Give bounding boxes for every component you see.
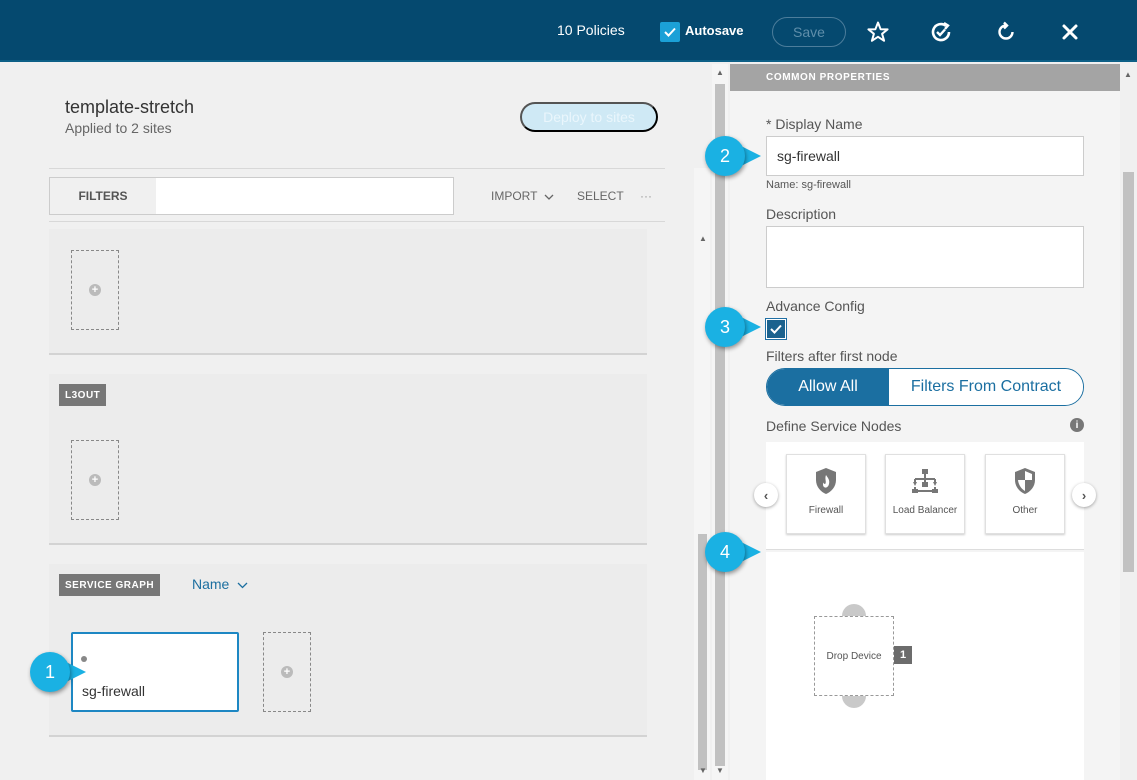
callout-number: 1 <box>30 652 70 692</box>
service-graph-card: SERVICE GRAPH Name sg-firewall + <box>49 564 647 737</box>
service-graph-sg-firewall[interactable]: sg-firewall <box>71 632 239 712</box>
callout-number: 3 <box>705 307 745 347</box>
filters-after-first-node-label: Filters after first node <box>766 348 898 364</box>
info-icon[interactable]: i <box>1070 418 1084 432</box>
service-graph-canvas[interactable]: Drop Device 1 <box>766 552 1084 780</box>
left-scrollbar[interactable]: ▲ ▼ <box>694 168 710 780</box>
display-name-field[interactable]: sg-firewall <box>766 136 1084 176</box>
callout-1: 1 <box>30 652 88 692</box>
sort-by-name-dropdown[interactable]: Name <box>192 576 248 592</box>
properties-scrollbar[interactable]: ▲ <box>1120 64 1137 780</box>
import-label: IMPORT <box>491 189 538 203</box>
filters-bar: FILTERS <box>49 177 454 215</box>
scroll-down-icon[interactable]: ▼ <box>699 766 707 775</box>
other-label: Other <box>1012 505 1038 516</box>
scrollbar-thumb[interactable] <box>715 84 725 766</box>
template-panel: template-stretch Applied to 2 sites Depl… <box>0 64 712 780</box>
callout-number: 4 <box>705 532 745 572</box>
scroll-up-icon[interactable]: ▲ <box>699 234 707 243</box>
filters-from-contract-option[interactable]: Filters From Contract <box>889 369 1083 405</box>
description-field[interactable] <box>766 226 1084 288</box>
l3out-card: L3OUT + <box>49 374 647 545</box>
divider <box>49 221 665 222</box>
description-label: Description <box>766 206 837 222</box>
drop-device-badge: 1 <box>894 646 912 664</box>
top-bar: 10 Policies Autosave Save <box>0 0 1137 62</box>
define-service-nodes-label: Define Service Nodes <box>766 418 902 434</box>
checkmark-icon <box>770 324 782 334</box>
chevron-down-icon <box>544 194 554 200</box>
service-graph-tag: SERVICE GRAPH <box>59 574 161 596</box>
save-button[interactable]: Save <box>772 17 846 47</box>
chevron-right-icon[interactable]: › <box>1072 483 1096 507</box>
service-node-palette: Firewall Load Balancer Other <box>766 442 1084 550</box>
load-balancer-label: Load Balancer <box>892 505 958 516</box>
plus-icon: + <box>281 666 293 678</box>
chevron-down-icon <box>237 582 248 589</box>
import-button[interactable]: IMPORT <box>491 189 554 203</box>
template-name: template-stretch <box>65 97 195 117</box>
filters-label: FILTERS <box>50 178 156 214</box>
service-graph-label: sg-firewall <box>82 683 146 699</box>
checkmark-icon <box>664 27 676 37</box>
more-options-icon[interactable]: ··· <box>640 189 652 203</box>
callout-3: 3 <box>705 307 763 347</box>
select-button[interactable]: SELECT <box>577 189 624 203</box>
load-balancer-icon <box>886 465 964 497</box>
filter-mode-toggle: Allow All Filters From Contract <box>766 368 1084 406</box>
callout-4: 4 <box>705 532 763 572</box>
autosave-label: Autosave <box>685 23 744 38</box>
advance-config-label: Advance Config <box>766 298 865 314</box>
add-l3out-placeholder[interactable]: + <box>71 440 119 520</box>
filters-input[interactable] <box>156 178 453 214</box>
add-object-placeholder[interactable]: + <box>71 250 119 330</box>
display-name-label: * Display Name <box>766 116 863 132</box>
scrollbar-thumb[interactable] <box>1123 172 1134 572</box>
close-icon[interactable] <box>1057 18 1083 46</box>
callout-2: 2 <box>705 136 763 176</box>
plus-icon: + <box>89 284 101 296</box>
firewall-label: Firewall <box>808 505 844 516</box>
autosave-checkbox[interactable] <box>660 22 680 42</box>
advance-config-checkbox[interactable] <box>765 318 787 340</box>
reload-icon[interactable] <box>993 18 1019 46</box>
shield-icon <box>986 465 1064 497</box>
scroll-down-icon[interactable]: ▼ <box>716 766 724 775</box>
deploy-to-sites-button[interactable]: Deploy to sites <box>520 102 658 132</box>
scroll-up-icon[interactable]: ▲ <box>716 68 724 77</box>
firewall-icon <box>787 465 865 497</box>
callout-number: 2 <box>705 136 745 176</box>
drop-device-zone[interactable]: Drop Device <box>814 616 894 696</box>
name-hint: Name: sg-firewall <box>766 179 851 191</box>
policies-count: 10 Policies <box>557 22 625 38</box>
firewall-node[interactable]: Firewall <box>786 454 866 534</box>
refresh-check-icon[interactable] <box>928 18 954 46</box>
common-properties-header: COMMON PROPERTIES <box>730 64 1120 91</box>
l3out-tag: L3OUT <box>59 384 107 406</box>
other-node[interactable]: Other <box>985 454 1065 534</box>
empty-section-card: + <box>49 229 647 355</box>
add-service-graph-placeholder[interactable]: + <box>263 632 311 712</box>
properties-panel: COMMON PROPERTIES * Display Name sg-fire… <box>730 64 1137 780</box>
allow-all-option[interactable]: Allow All <box>767 369 889 405</box>
load-balancer-node[interactable]: Load Balancer <box>885 454 965 534</box>
scroll-up-icon[interactable]: ▲ <box>1124 70 1132 79</box>
sort-label: Name <box>192 576 230 592</box>
chevron-left-icon[interactable]: ‹ <box>754 483 778 507</box>
plus-icon: + <box>89 474 101 486</box>
divider <box>49 168 665 169</box>
star-icon[interactable] <box>865 18 891 46</box>
template-sites: Applied to 2 sites <box>65 120 172 136</box>
